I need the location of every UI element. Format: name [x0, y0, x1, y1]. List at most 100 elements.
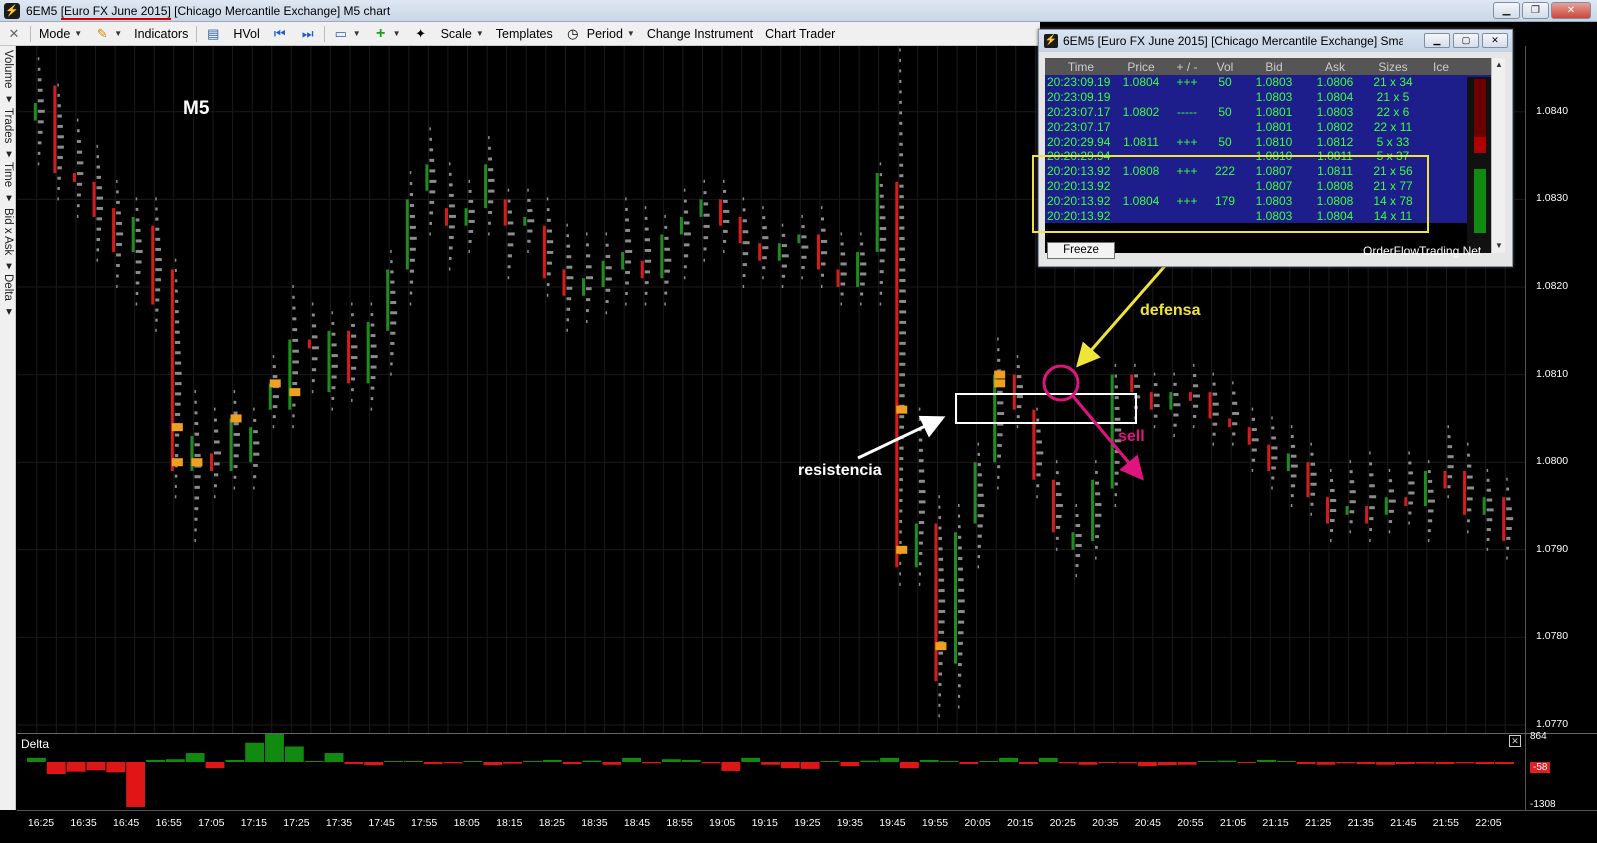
footprint-level: [820, 239, 828, 243]
drawing-tools-dropdown[interactable]: ✎ ▼: [88, 23, 128, 45]
footprint-level: [1486, 498, 1493, 502]
hvol-button[interactable]: HVol: [227, 23, 265, 45]
side-tab-delta[interactable]: Delta ▾: [1, 274, 15, 318]
footprint-level: [370, 344, 377, 348]
column-header[interactable]: Ask: [1305, 60, 1365, 74]
maximize-button[interactable]: ▢: [1453, 33, 1479, 48]
column-header[interactable]: Price: [1115, 60, 1167, 74]
time-sales-cell: 5 x 33: [1376, 134, 1410, 149]
maximize-button[interactable]: ❐: [1522, 2, 1549, 19]
high-volume-cell: [269, 379, 281, 388]
minimize-button[interactable]: ▁: [1424, 33, 1450, 48]
footprint-level: [918, 438, 923, 442]
scroll-down-icon[interactable]: ▼: [1492, 239, 1506, 253]
time-tick-label: 19:05: [709, 817, 736, 829]
change-instrument-button[interactable]: Change Instrument: [641, 23, 759, 45]
bar-type-button[interactable]: ▤: [199, 23, 227, 45]
footprint-level: [742, 285, 745, 288]
add-button[interactable]: + ▼: [367, 23, 407, 45]
indicators-label: Indicators: [134, 26, 189, 41]
footprint-level: [1330, 478, 1334, 482]
candle: [72, 118, 84, 218]
time-axis[interactable]: 16:25 16:35 16:45 16:55 17:05 17:15 17:25 17:35…: [17, 810, 1597, 843]
footprint-level: [155, 308, 159, 312]
column-header[interactable]: Ice: [1421, 60, 1461, 74]
footprint-level: [1114, 363, 1117, 367]
time-tick-label: 17:45: [368, 817, 395, 829]
footprint-level: [409, 302, 412, 306]
footprint-level: [194, 517, 198, 521]
footprint-level: [723, 179, 725, 183]
footprint-level: [899, 258, 906, 262]
time-sales-cell: 1.0804: [1122, 75, 1160, 90]
candle-body-up: [973, 462, 977, 524]
side-tab-bid-ask[interactable]: Bid x Ask ▾: [1, 208, 15, 273]
footprint-level: [96, 175, 102, 179]
close-panel-icon[interactable]: ✕: [1509, 735, 1521, 747]
candle-body-up: [679, 216, 683, 235]
footprint-level: [938, 536, 943, 540]
mode-dropdown[interactable]: Mode ▼: [33, 23, 88, 45]
pin-button[interactable]: ✦: [407, 23, 435, 45]
freeze-button[interactable]: Freeze: [1047, 242, 1115, 259]
time-sales-title-bar[interactable]: ⚡ 6EM5 [Euro FX June 2015] [Chicago Merc…: [1039, 30, 1512, 52]
crosshair-button[interactable]: ✕: [0, 23, 28, 45]
footprint-level: [96, 206, 104, 210]
footprint-level: [938, 620, 945, 624]
footprint-level: [1369, 539, 1371, 543]
footprint-level: [409, 171, 412, 175]
delta-current-badge: -58: [1530, 762, 1551, 773]
footprint-level: [1232, 412, 1240, 416]
footprint-level: [1388, 509, 1394, 513]
candle-body-down: [738, 216, 742, 244]
side-tab-trades[interactable]: Trades ▾: [1, 108, 15, 161]
candle-body-down: [934, 523, 938, 682]
candle-body-up: [425, 164, 429, 191]
scroll-back-button[interactable]: ⏮: [266, 23, 294, 45]
footprint-level: [37, 99, 44, 103]
scroll-up-icon[interactable]: ▲: [1492, 58, 1506, 72]
footprint-level: [292, 382, 298, 386]
indicators-button[interactable]: Indicators: [128, 23, 194, 45]
footprint-level: [292, 425, 294, 429]
footprint-level: [1486, 547, 1489, 551]
candle: [1149, 372, 1160, 429]
footprint-level: [448, 246, 453, 250]
period-button[interactable]: ◷ Period ▼: [559, 23, 641, 45]
footprint-level: [1388, 530, 1391, 534]
column-header[interactable]: Sizes: [1365, 60, 1421, 74]
column-header[interactable]: Vol: [1207, 60, 1243, 74]
footprint-level: [194, 507, 199, 511]
side-tab-volume[interactable]: Volume ▾: [1, 50, 15, 106]
templates-button[interactable]: Templates: [490, 23, 559, 45]
candle: [347, 302, 358, 402]
minimize-button[interactable]: ▁: [1493, 2, 1520, 19]
price-axis[interactable]: 1.0840 1.0830 1.0820 1.0810 1.0800 1.0790 1.07…: [1525, 46, 1597, 733]
time-sales-header: Time Price + / - Vol Bid Ask Sizes Ice: [1045, 58, 1493, 75]
time-sales-scrollbar[interactable]: ▲ ▼: [1491, 58, 1505, 253]
footprint-level: [1134, 395, 1141, 399]
candle: [131, 197, 143, 306]
close-button[interactable]: ✕: [1482, 33, 1508, 48]
scale-button[interactable]: Scale ▼: [435, 23, 490, 45]
chart-trader-button[interactable]: Chart Trader: [759, 23, 841, 45]
column-header[interactable]: Time: [1045, 60, 1115, 74]
candle-body-down: [1267, 444, 1271, 471]
side-tab-time[interactable]: Time ▾: [1, 162, 15, 204]
scroll-forward-button[interactable]: ⏭: [294, 23, 322, 45]
footprint-level: [37, 57, 40, 61]
footprint-level: [781, 274, 786, 278]
footprint-level: [1388, 468, 1391, 472]
footprint-level: [214, 407, 216, 411]
close-button[interactable]: ✕: [1551, 2, 1591, 19]
time-sales-cell: 20:23:09.19: [1047, 90, 1111, 105]
footprint-level: [1055, 525, 1061, 529]
candle-body-down: [112, 208, 116, 252]
candle-body-up: [1110, 374, 1114, 489]
footprint-level: [1271, 416, 1273, 420]
chart-properties-dropdown[interactable]: ▭ ▼: [327, 23, 367, 45]
footprint-level: [1095, 492, 1101, 496]
column-header[interactable]: Bid: [1243, 60, 1305, 74]
column-header[interactable]: + / -: [1167, 60, 1207, 74]
footprint-level: [625, 218, 629, 222]
